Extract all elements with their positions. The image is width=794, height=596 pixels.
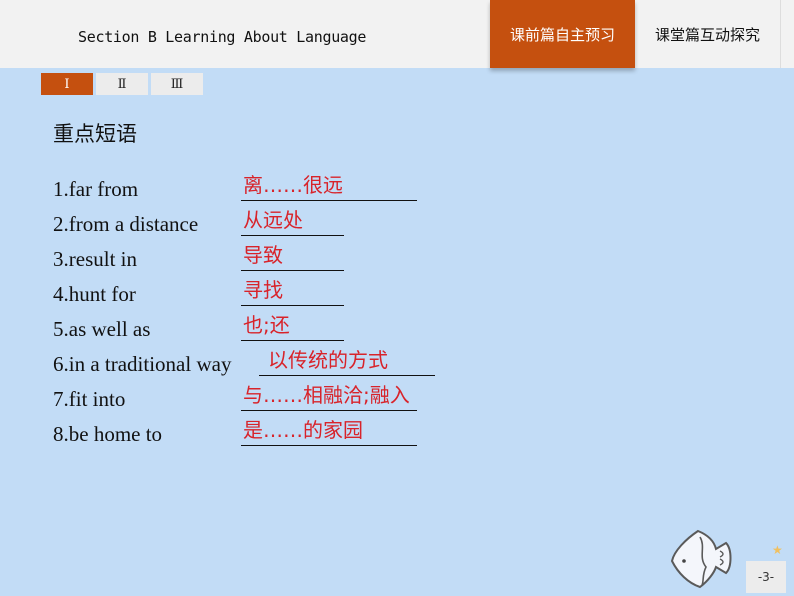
answer-blank [241,340,344,341]
phrase-item: 1.far from 离……很远 [53,172,473,207]
answer-text: 与……相融洽;融入 [243,383,410,407]
star-icon: ★ [772,543,783,557]
page-number: -3- [746,561,786,593]
answer-text: 导致 [243,243,283,267]
phrase-item: 4.hunt for 寻找 [53,277,473,312]
tab-divider [780,0,781,68]
sub-tab-2[interactable]: Ⅱ [96,73,148,95]
phrase-text: 6.in a traditional way [53,352,232,376]
header-bar: Section B Learning About Language 课前篇自主预… [0,0,794,68]
phrase-text: 1.far from [53,177,139,201]
phrase-item: 8.be home to 是……的家园 [53,417,473,452]
tab-preview[interactable]: 课前篇自主预习 [490,0,635,68]
phrase-text: 3.result in [53,247,137,271]
section-heading: 重点短语 [53,122,137,146]
answer-text: 以传统的方式 [268,348,388,372]
phrase-text: 5.as well as [53,317,151,341]
sub-tab-bar: Ⅰ Ⅱ Ⅲ [41,73,203,95]
phrase-item: 3.result in 导致 [53,242,473,277]
answer-blank [241,200,417,201]
phrase-item: 7.fit into 与……相融洽;融入 [53,382,473,417]
answer-blank [241,410,417,411]
phrase-text: 2.from a distance [53,212,199,236]
sub-tab-3[interactable]: Ⅲ [151,73,203,95]
tab-interactive[interactable]: 课堂篇互动探究 [635,0,780,68]
answer-blank [241,445,417,446]
sub-tab-1[interactable]: Ⅰ [41,73,93,95]
phrase-item: 5.as well as 也;还 [53,312,473,347]
answer-blank [241,235,344,236]
answer-text: 寻找 [243,278,283,302]
answer-text: 也;还 [243,313,290,337]
phrase-item: 6.in a traditional way 以传统的方式 [53,347,473,382]
fish-icon [670,529,732,589]
section-title: Section B Learning About Language [78,28,367,46]
answer-text: 从远处 [243,208,303,232]
answer-blank [259,375,435,376]
phrase-item: 2.from a distance 从远处 [53,207,473,242]
answer-blank [241,305,344,306]
answer-text: 离……很远 [243,173,343,197]
phrase-text: 4.hunt for [53,282,136,306]
phrase-text: 7.fit into [53,387,126,411]
answer-text: 是……的家园 [243,418,363,442]
answer-blank [241,270,344,271]
phrase-text: 8.be home to [53,422,163,446]
